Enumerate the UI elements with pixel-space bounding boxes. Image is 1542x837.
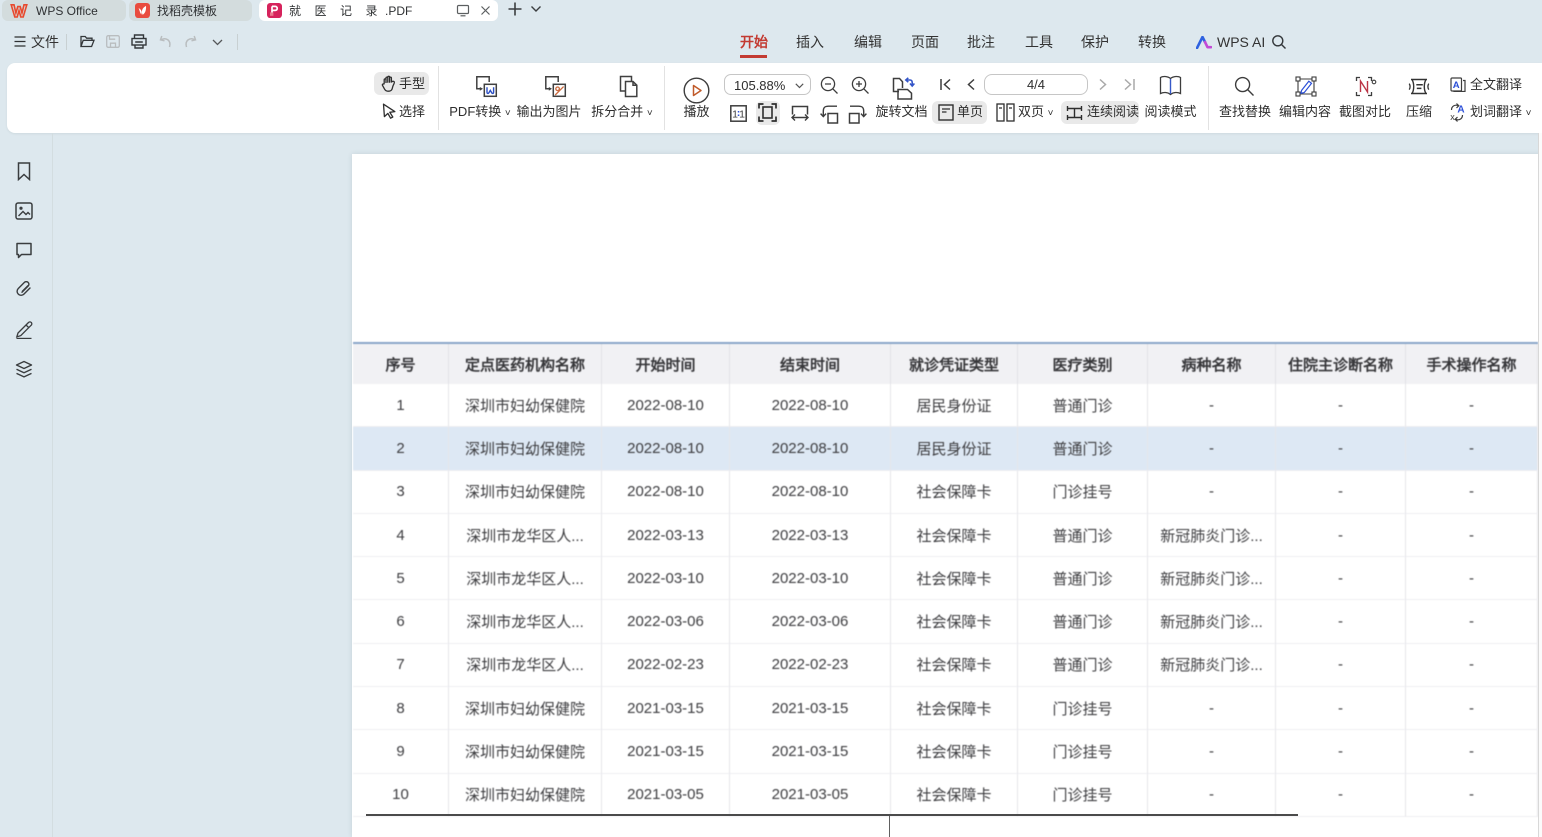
svg-text:1: 1 <box>732 109 738 121</box>
svg-text:A: A <box>1457 105 1464 116</box>
svg-text:x: x <box>1450 112 1455 122</box>
svg-text:1: 1 <box>739 109 745 121</box>
svg-text:A: A <box>1453 80 1460 91</box>
